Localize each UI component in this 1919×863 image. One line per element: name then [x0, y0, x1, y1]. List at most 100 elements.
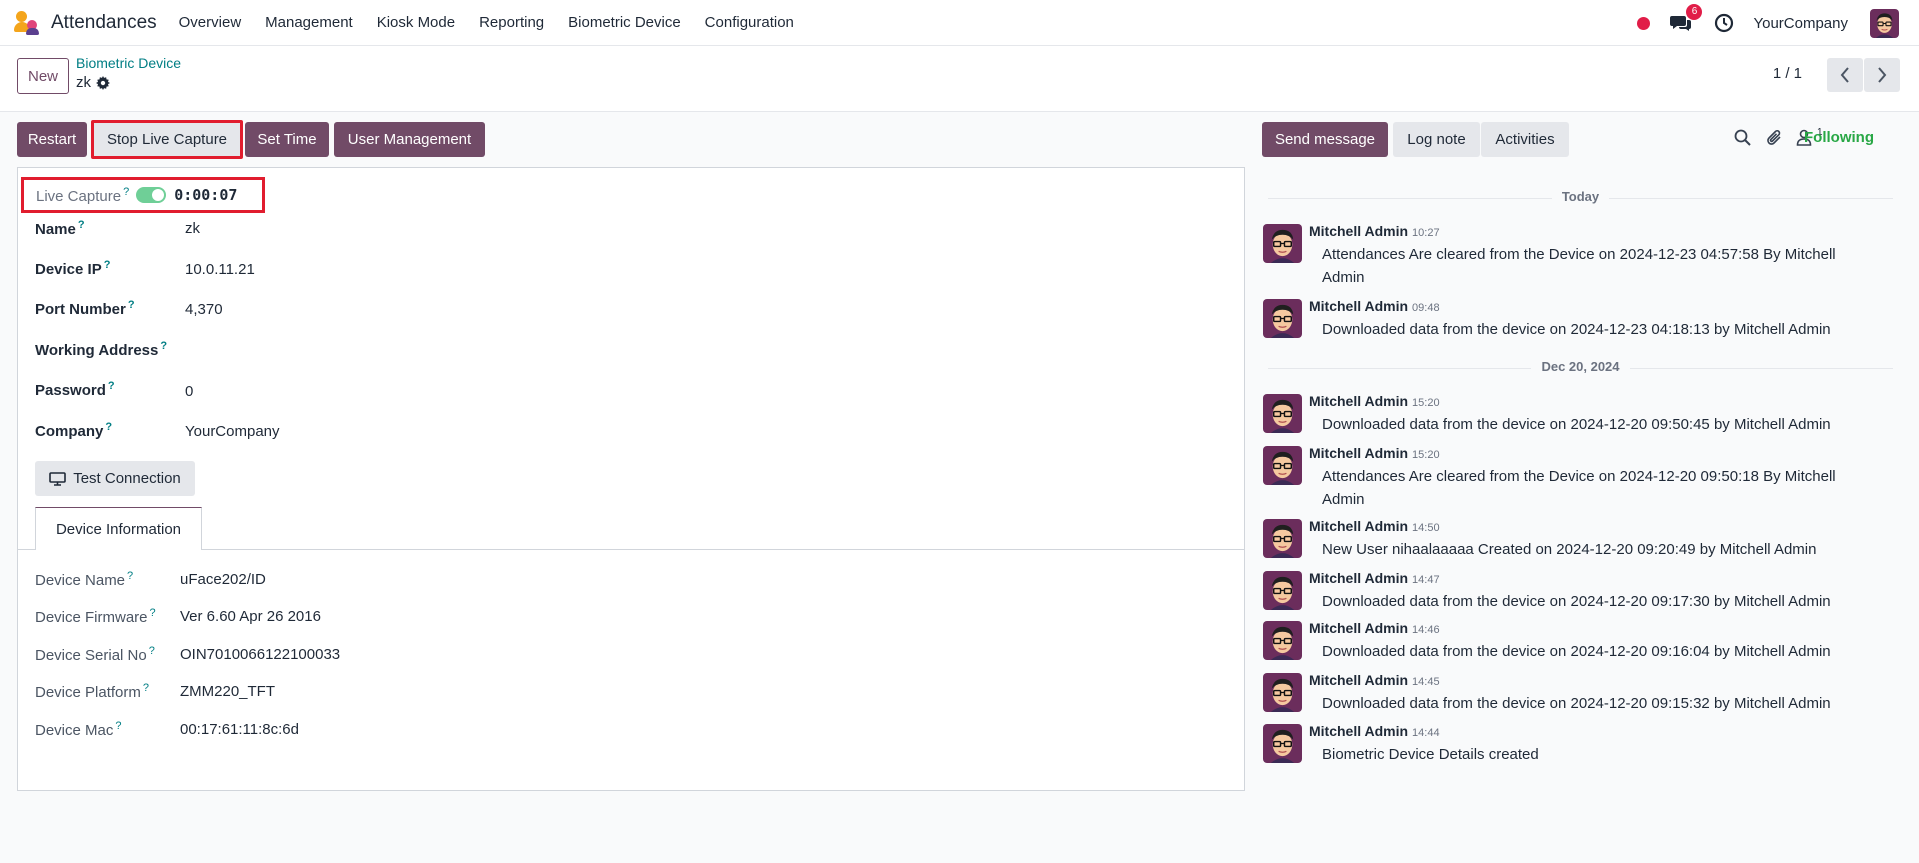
menu-overview[interactable]: Overview	[179, 14, 242, 31]
message-body: Downloaded data from the device on 2024-…	[1322, 643, 1831, 660]
message-header: Mitchell Admin 14:46	[1309, 620, 1440, 636]
search-icon[interactable]	[1734, 129, 1751, 150]
message-body: Attendances Are cleared from the Device …	[1322, 468, 1836, 508]
message-author[interactable]: Mitchell Admin	[1309, 723, 1408, 739]
live-capture-label: Live Capture?	[36, 185, 130, 205]
password-field[interactable]: 0	[185, 383, 193, 400]
message-author-avatar[interactable]	[1263, 724, 1302, 763]
message-header: Mitchell Admin 14:50	[1309, 518, 1440, 534]
message-body: Downloaded data from the device on 2024-…	[1322, 593, 1831, 610]
pager-next-button[interactable]	[1864, 58, 1900, 92]
message-author[interactable]: Mitchell Admin	[1309, 393, 1408, 409]
message-time: 14:45	[1412, 676, 1440, 688]
message-author[interactable]: Mitchell Admin	[1309, 445, 1408, 461]
message-time: 14:50	[1412, 522, 1440, 534]
device-name-field[interactable]: uFace202/ID	[180, 571, 266, 588]
name-label: Name?	[35, 219, 85, 238]
menu-configuration[interactable]: Configuration	[705, 14, 794, 31]
activity-clock-icon[interactable]	[1714, 13, 1734, 33]
message-author-avatar[interactable]	[1263, 673, 1302, 712]
new-button[interactable]: New	[17, 58, 69, 94]
message-body: Downloaded data from the device on 2024-…	[1322, 321, 1831, 338]
device-serial-label: Device Serial No?	[35, 645, 155, 664]
device-ip-label: Device IP?	[35, 259, 111, 278]
gear-icon[interactable]	[96, 75, 110, 90]
messages-icon[interactable]: 6	[1670, 4, 1703, 34]
stop-live-capture-button[interactable]: Stop Live Capture	[91, 120, 243, 159]
message-author[interactable]: Mitchell Admin	[1309, 298, 1408, 314]
message-body: Downloaded data from the device on 2024-…	[1322, 695, 1831, 712]
user-management-button[interactable]: User Management	[334, 122, 485, 157]
message-body: Biometric Device Details created	[1322, 746, 1539, 763]
attendances-app-icon[interactable]	[14, 10, 40, 36]
message-author-avatar[interactable]	[1263, 446, 1302, 485]
message-author-avatar[interactable]	[1263, 394, 1302, 433]
chevron-left-icon	[1840, 67, 1849, 83]
recording-indicator-icon[interactable]	[1637, 16, 1651, 30]
control-panel: New Biometric Device zk 1 / 1	[0, 46, 1919, 112]
live-capture-timer: 0:00:07	[174, 186, 238, 204]
message-author-avatar[interactable]	[1263, 571, 1302, 610]
set-time-button[interactable]: Set Time	[245, 122, 329, 157]
name-field[interactable]: zk	[185, 220, 200, 237]
menu-management[interactable]: Management	[265, 14, 353, 31]
company-switcher[interactable]: YourCompany	[1753, 15, 1848, 32]
message-author[interactable]: Mitchell Admin	[1309, 620, 1408, 636]
message-header: Mitchell Admin 10:27	[1309, 223, 1440, 239]
device-mac-field[interactable]: 00:17:61:11:8c:6d	[180, 721, 299, 738]
message-header: Mitchell Admin 14:47	[1309, 570, 1440, 586]
top-navbar: Attendances Overview Management Kiosk Mo…	[0, 0, 1919, 46]
message-author[interactable]: Mitchell Admin	[1309, 570, 1408, 586]
message-body: New User nihaalaaaaa Created on 2024-12-…	[1322, 541, 1817, 558]
message-time: 10:27	[1412, 227, 1440, 239]
menu-biometric-device[interactable]: Biometric Device	[568, 14, 681, 31]
password-label: Password?	[35, 380, 115, 399]
port-number-field[interactable]: 4,370	[185, 301, 223, 318]
activities-button[interactable]: Activities	[1481, 122, 1569, 157]
message-header: Mitchell Admin 09:48	[1309, 298, 1440, 314]
messages-badge: 6	[1686, 4, 1703, 20]
message-author-avatar[interactable]	[1263, 621, 1302, 660]
date-separator-dec-20: Dec 20, 2024	[1268, 359, 1893, 377]
message-time: 09:48	[1412, 302, 1440, 314]
message-header: Mitchell Admin 15:20	[1309, 445, 1440, 461]
message-time: 14:44	[1412, 727, 1440, 739]
message-author-avatar[interactable]	[1263, 299, 1302, 338]
device-serial-field[interactable]: OIN7010066122100033	[180, 646, 340, 663]
message-body: Downloaded data from the device on 2024-…	[1322, 416, 1831, 433]
send-message-button[interactable]: Send message	[1262, 122, 1388, 157]
live-capture-toggle[interactable]	[136, 187, 167, 203]
message-time: 14:46	[1412, 624, 1440, 636]
message-author[interactable]: Mitchell Admin	[1309, 518, 1408, 534]
message-author[interactable]: Mitchell Admin	[1309, 672, 1408, 688]
device-platform-field[interactable]: ZMM220_TFT	[180, 683, 275, 700]
monitor-icon	[49, 471, 67, 486]
working-address-label: Working Address?	[35, 340, 168, 359]
message-author-avatar[interactable]	[1263, 224, 1302, 263]
company-label: Company?	[35, 421, 113, 440]
port-number-label: Port Number?	[35, 299, 135, 318]
restart-button[interactable]: Restart	[17, 122, 87, 157]
company-field[interactable]: YourCompany	[185, 423, 280, 440]
pager-value[interactable]: 1 / 1	[1773, 65, 1802, 82]
tab-device-information[interactable]: Device Information	[35, 507, 202, 550]
pager-previous-button[interactable]	[1827, 58, 1863, 92]
test-connection-button[interactable]: Test Connection	[35, 461, 195, 496]
menu-reporting[interactable]: Reporting	[479, 14, 544, 31]
record-name: zk	[76, 74, 91, 91]
menu-kiosk-mode[interactable]: Kiosk Mode	[377, 14, 455, 31]
device-ip-field[interactable]: 10.0.11.21	[185, 261, 255, 278]
message-time: 15:20	[1412, 397, 1440, 409]
message-author[interactable]: Mitchell Admin	[1309, 223, 1408, 239]
following-button[interactable]: Following	[1804, 129, 1874, 146]
log-note-button[interactable]: Log note	[1393, 122, 1480, 157]
device-name-label: Device Name?	[35, 570, 134, 589]
message-header: Mitchell Admin 14:44	[1309, 723, 1440, 739]
message-author-avatar[interactable]	[1263, 519, 1302, 558]
paperclip-icon[interactable]	[1766, 129, 1783, 151]
message-header: Mitchell Admin 14:45	[1309, 672, 1440, 688]
app-name[interactable]: Attendances	[51, 12, 157, 34]
breadcrumb-biometric-device[interactable]: Biometric Device	[76, 55, 181, 71]
user-avatar[interactable]	[1870, 8, 1899, 38]
device-firmware-field[interactable]: Ver 6.60 Apr 26 2016	[180, 608, 321, 625]
